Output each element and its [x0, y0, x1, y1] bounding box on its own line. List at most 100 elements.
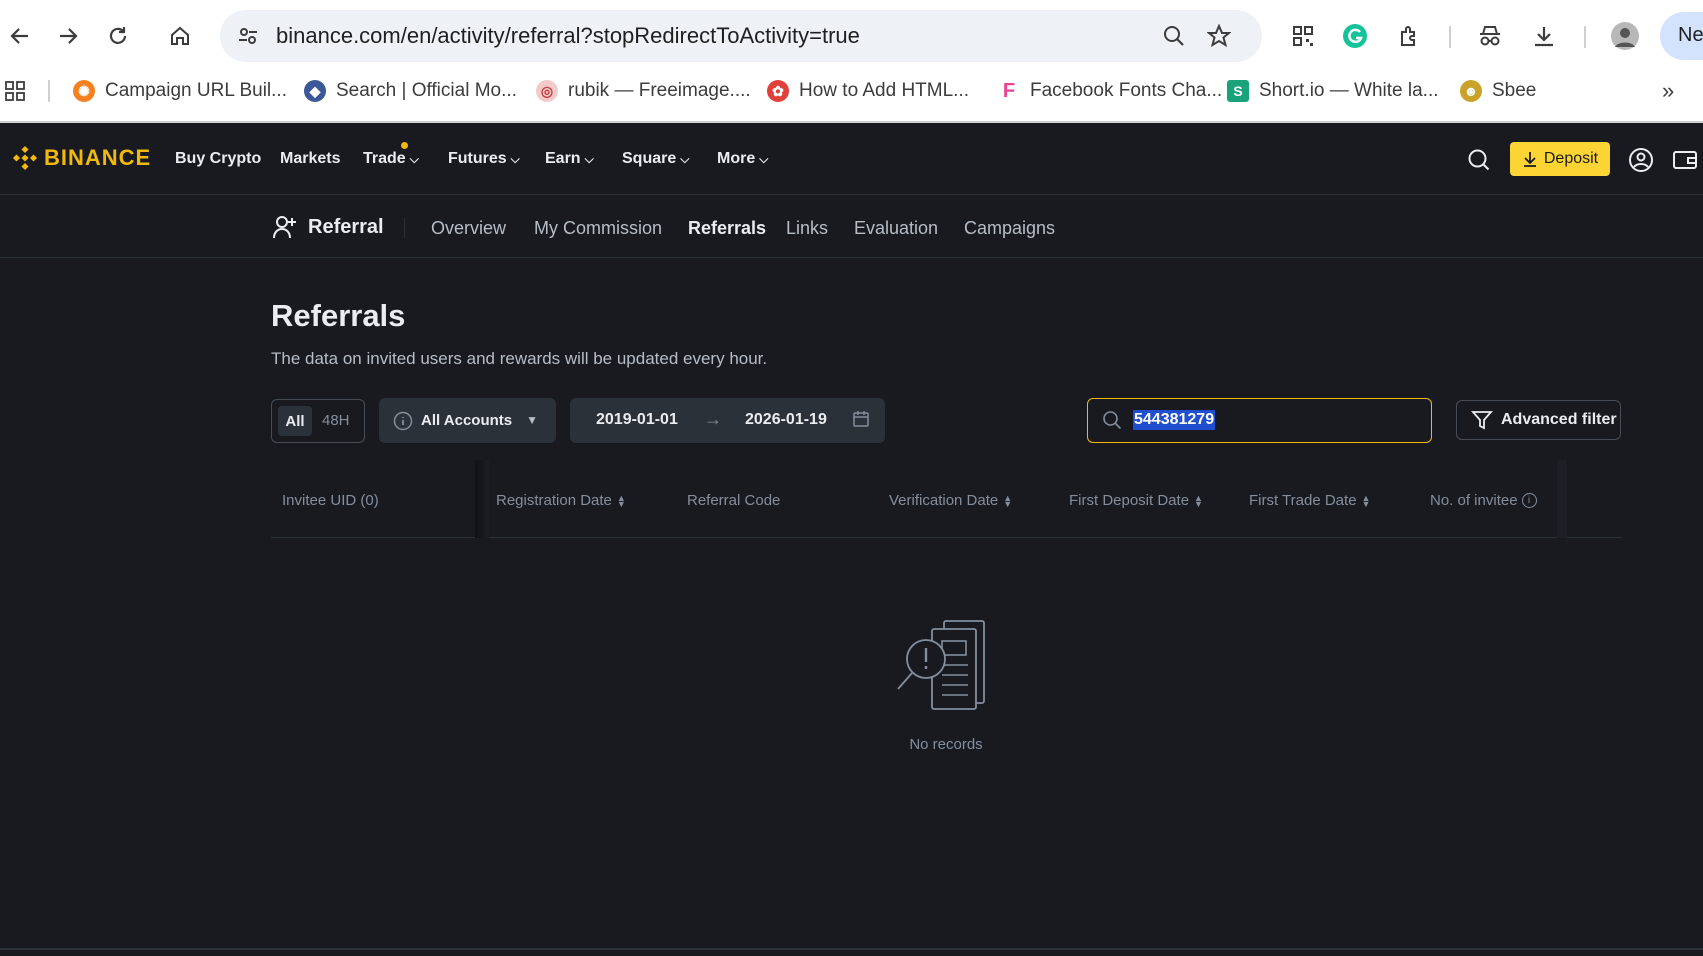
col-label: No. of invitee [1430, 492, 1518, 509]
referral-title[interactable]: Referral [272, 214, 384, 240]
calendar-icon[interactable] [852, 410, 870, 433]
tab-my-commission[interactable]: My Commission [534, 218, 662, 239]
col-label: Registration Date [496, 492, 612, 509]
back-button[interactable] [2, 18, 38, 54]
col-label: Referral Code [687, 492, 781, 509]
nav-trade[interactable]: Trade ⌵ [363, 150, 419, 168]
toolbar-divider [1584, 26, 1586, 48]
info-icon[interactable]: i [1521, 493, 1537, 508]
search-icon[interactable] [1464, 145, 1494, 175]
bookmark-favicon-icon: ◆ [304, 80, 326, 102]
accounts-label: All Accounts [421, 412, 513, 429]
col-no-of-invitee: No. of invitee i [1430, 492, 1537, 509]
segment-48h-button[interactable]: 48H [322, 412, 350, 429]
grammarly-icon[interactable] [1339, 20, 1371, 52]
nav-earn[interactable]: Earn ⌵ [545, 150, 594, 168]
tab-evaluation[interactable]: Evaluation [854, 218, 938, 239]
reload-button[interactable] [100, 18, 136, 54]
deposit-label: Deposit [1543, 150, 1599, 167]
bookmark-label: Search | Official Mo... [336, 80, 517, 101]
col-verification-date[interactable]: Verification Date ▲ ▼ [889, 492, 1012, 509]
qr-code-icon[interactable] [1287, 20, 1319, 52]
segment-all-button[interactable]: All [278, 406, 312, 436]
url-text[interactable]: binance.com/en/activity/referral?stopRed… [276, 23, 860, 49]
binance-logo[interactable]: BINANCE [12, 145, 151, 171]
apps-grid-icon[interactable] [4, 76, 26, 106]
bookmark-star-icon[interactable] [1205, 22, 1233, 50]
page-description: The data on invited users and rewards wi… [271, 349, 768, 368]
date-range-picker[interactable]: 2019-01-01 → 2026-01-19 [570, 398, 885, 443]
zoom-icon[interactable] [1160, 22, 1188, 50]
site-info-icon[interactable] [234, 22, 262, 50]
bookmark-favicon-icon: F [998, 80, 1020, 102]
profile-avatar[interactable] [1609, 20, 1641, 52]
forward-button[interactable] [50, 18, 86, 54]
advanced-filter-button[interactable]: Advanced filter [1456, 400, 1621, 440]
col-label: First Trade Date [1249, 492, 1357, 509]
bookmark-item[interactable]: ◎ rubik — Freeimage.... [536, 76, 751, 106]
sort-icon[interactable]: ▲ ▼ [617, 493, 626, 508]
time-segment-control: All 48H [271, 399, 365, 443]
bookmarks-divider [48, 80, 50, 102]
column-shadow [1557, 460, 1567, 538]
nav-label: Square [622, 150, 677, 167]
bookmark-item[interactable]: S Short.io — White la... [1227, 76, 1439, 106]
nav-futures[interactable]: Futures ⌵ [448, 150, 520, 168]
bookmark-favicon-icon: ◎ [536, 80, 558, 102]
sort-icon[interactable]: ▲ ▼ [1362, 493, 1371, 508]
deposit-button[interactable]: Deposit [1510, 142, 1610, 176]
binance-logo-icon [12, 145, 38, 171]
col-registration-date[interactable]: Registration Date ▲ ▼ [496, 492, 626, 509]
new-tab-pill[interactable]: Nev [1660, 12, 1703, 60]
date-to[interactable]: 2026-01-19 [745, 411, 827, 429]
date-from[interactable]: 2019-01-01 [596, 411, 678, 429]
tab-campaigns[interactable]: Campaigns [964, 218, 1055, 239]
incognito-icon[interactable] [1474, 20, 1506, 52]
bookmark-item[interactable]: ◆ Search | Official Mo... [304, 76, 517, 106]
col-label: Invitee UID (0) [282, 492, 379, 509]
address-bar[interactable]: binance.com/en/activity/referral?stopRed… [220, 10, 1262, 62]
col-first-deposit-date[interactable]: First Deposit Date ▲ ▼ [1069, 492, 1203, 509]
page-bottom-divider [0, 948, 1703, 950]
bookmark-item[interactable]: ✺ Campaign URL Buil... [73, 76, 287, 106]
bookmark-item[interactable]: F Facebook Fonts Cha... [998, 76, 1222, 106]
more-bookmarks-icon[interactable]: » [1662, 76, 1674, 106]
nav-square[interactable]: Square ⌵ [622, 150, 689, 168]
col-label: Verification Date [889, 492, 999, 509]
accounts-dropdown[interactable]: All Accounts ▼ [379, 398, 556, 443]
info-icon [393, 411, 413, 430]
nav-buy-crypto[interactable]: Buy Crypto [175, 150, 261, 168]
bookmark-label: Campaign URL Buil... [105, 80, 287, 101]
reload-icon [109, 27, 127, 44]
bookmark-item[interactable]: ✿ How to Add HTML... [767, 76, 969, 106]
col-first-trade-date[interactable]: First Trade Date ▲ ▼ [1249, 492, 1370, 509]
extensions-icon[interactable] [1394, 20, 1426, 52]
sort-icon[interactable]: ▲ ▼ [1003, 493, 1012, 508]
page-title: Referrals [271, 298, 406, 333]
search-value[interactable]: 544381279 [1133, 410, 1216, 430]
tab-referrals[interactable]: Referrals [688, 218, 766, 239]
account-icon[interactable] [1626, 145, 1656, 175]
nav-label: Earn [545, 150, 581, 167]
no-records-illustration-icon [890, 615, 1000, 715]
toolbar-divider [1449, 26, 1451, 48]
bookmark-item[interactable]: ☻ Sbee [1460, 76, 1536, 106]
nav-markets[interactable]: Markets [280, 150, 340, 168]
tab-overview[interactable]: Overview [431, 218, 506, 239]
uid-search-input[interactable]: 544381279 [1087, 398, 1432, 443]
site-header: BINANCE Buy Crypto Markets Trade ⌵ Future… [0, 123, 1703, 195]
add-user-icon [273, 216, 296, 239]
col-invitee-uid: Invitee UID (0) [282, 492, 379, 509]
search-icon [1102, 410, 1122, 435]
nav-more[interactable]: More ⌵ [717, 150, 768, 168]
nav-label: Trade [363, 150, 406, 167]
no-records-text: No records [909, 736, 983, 753]
wallet-icon[interactable] [1670, 145, 1700, 175]
home-icon [171, 26, 189, 45]
sort-icon[interactable]: ▲ ▼ [1194, 493, 1203, 508]
chevron-down-icon: ⌵ [584, 151, 594, 166]
tab-links[interactable]: Links [786, 218, 828, 239]
home-button[interactable] [162, 18, 198, 54]
caret-down-icon: ▼ [526, 413, 538, 427]
download-icon[interactable] [1528, 20, 1560, 52]
